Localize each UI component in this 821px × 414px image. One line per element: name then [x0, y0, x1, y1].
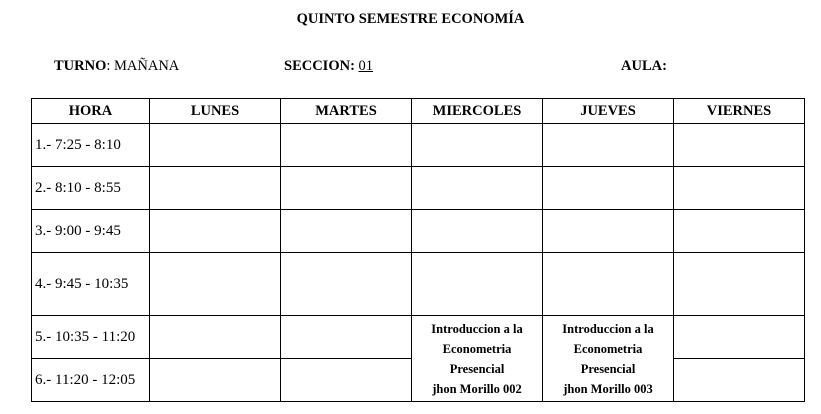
page-title: QUINTO SEMESTRE ECONOMÍA	[296, 11, 525, 27]
schedule-cell	[673, 209, 805, 253]
schedule-cell	[411, 209, 543, 253]
schedule-table: HORA LUNES MARTES MIERCOLES JUEVES VIERN…	[31, 98, 805, 402]
table-row: 3.- 9:00 - 9:45	[31, 209, 805, 253]
aula-label: AULA:	[621, 58, 667, 74]
seccion-label: SECCION:	[284, 58, 355, 74]
class-cell-jueves: Introduccion a la Econometria Presencial…	[542, 315, 674, 402]
class-teacher: jhon Morillo 002	[432, 381, 522, 396]
hour-cell: 6.- 11:20 - 12:05	[31, 358, 150, 402]
class-cell-miercoles: Introduccion a la Econometria Presencial…	[411, 315, 543, 402]
header-row: HORA LUNES MARTES MIERCOLES JUEVES VIERN…	[31, 98, 805, 124]
schedule-cell	[149, 252, 281, 316]
table-row: 4.- 9:45 - 10:35	[31, 252, 805, 316]
schedule-cell	[673, 252, 805, 316]
hour-cell: 4.- 9:45 - 10:35	[31, 252, 150, 316]
header-viernes: VIERNES	[673, 98, 805, 124]
schedule-cell	[673, 123, 805, 167]
schedule-cell	[149, 358, 281, 402]
schedule-cell	[542, 209, 674, 253]
table-row: 1.- 7:25 - 8:10	[31, 123, 805, 167]
seccion-value: 01	[358, 58, 374, 74]
class-title-line2: Econometria	[442, 341, 512, 356]
class-modality: Presencial	[580, 361, 636, 376]
header-lunes: LUNES	[149, 98, 281, 124]
hour-cell: 2.- 8:10 - 8:55	[31, 166, 150, 210]
schedule-cell	[149, 123, 281, 167]
schedule-cell	[280, 252, 412, 316]
turno-value: : MAÑANA	[106, 58, 180, 74]
schedule-cell	[280, 209, 412, 253]
class-teacher: jhon Morillo 003	[563, 381, 653, 396]
schedule-cell	[280, 358, 412, 402]
schedule-cell	[280, 123, 412, 167]
seccion-field: SECCION: 01	[284, 58, 373, 75]
class-modality: Presencial	[449, 361, 505, 376]
header-jueves: JUEVES	[542, 98, 674, 124]
class-title-line2: Econometria	[573, 341, 643, 356]
table-row: 2.- 8:10 - 8:55	[31, 166, 805, 210]
schedule-cell	[411, 252, 543, 316]
header-hora: HORA	[31, 98, 150, 124]
table-row: 5.- 10:35 - 11:20 Introduccion a la Econ…	[31, 315, 805, 402]
schedule-cell	[149, 209, 281, 253]
header-miercoles: MIERCOLES	[411, 98, 543, 124]
class-title-line1: Introduccion a la	[562, 321, 654, 336]
hour-cell: 5.- 10:35 - 11:20	[31, 315, 150, 359]
schedule-cell	[542, 252, 674, 316]
schedule-cell	[673, 315, 805, 359]
schedule-cell	[149, 166, 281, 210]
schedule-cell	[411, 166, 543, 210]
class-title-line1: Introduccion a la	[431, 321, 523, 336]
turno-field: TURNO: MAÑANA	[54, 58, 179, 75]
header-martes: MARTES	[280, 98, 412, 124]
schedule-cell	[280, 166, 412, 210]
schedule-cell	[673, 358, 805, 402]
hour-cell: 1.- 7:25 - 8:10	[31, 123, 150, 167]
schedule-cell	[673, 166, 805, 210]
schedule-cell	[542, 166, 674, 210]
aula-field: AULA:	[621, 58, 667, 75]
schedule-cell	[542, 123, 674, 167]
schedule-cell	[411, 123, 543, 167]
schedule-cell	[149, 315, 281, 359]
schedule-cell	[280, 315, 412, 359]
turno-label: TURNO	[54, 58, 107, 74]
hour-cell: 3.- 9:00 - 9:45	[31, 209, 150, 253]
